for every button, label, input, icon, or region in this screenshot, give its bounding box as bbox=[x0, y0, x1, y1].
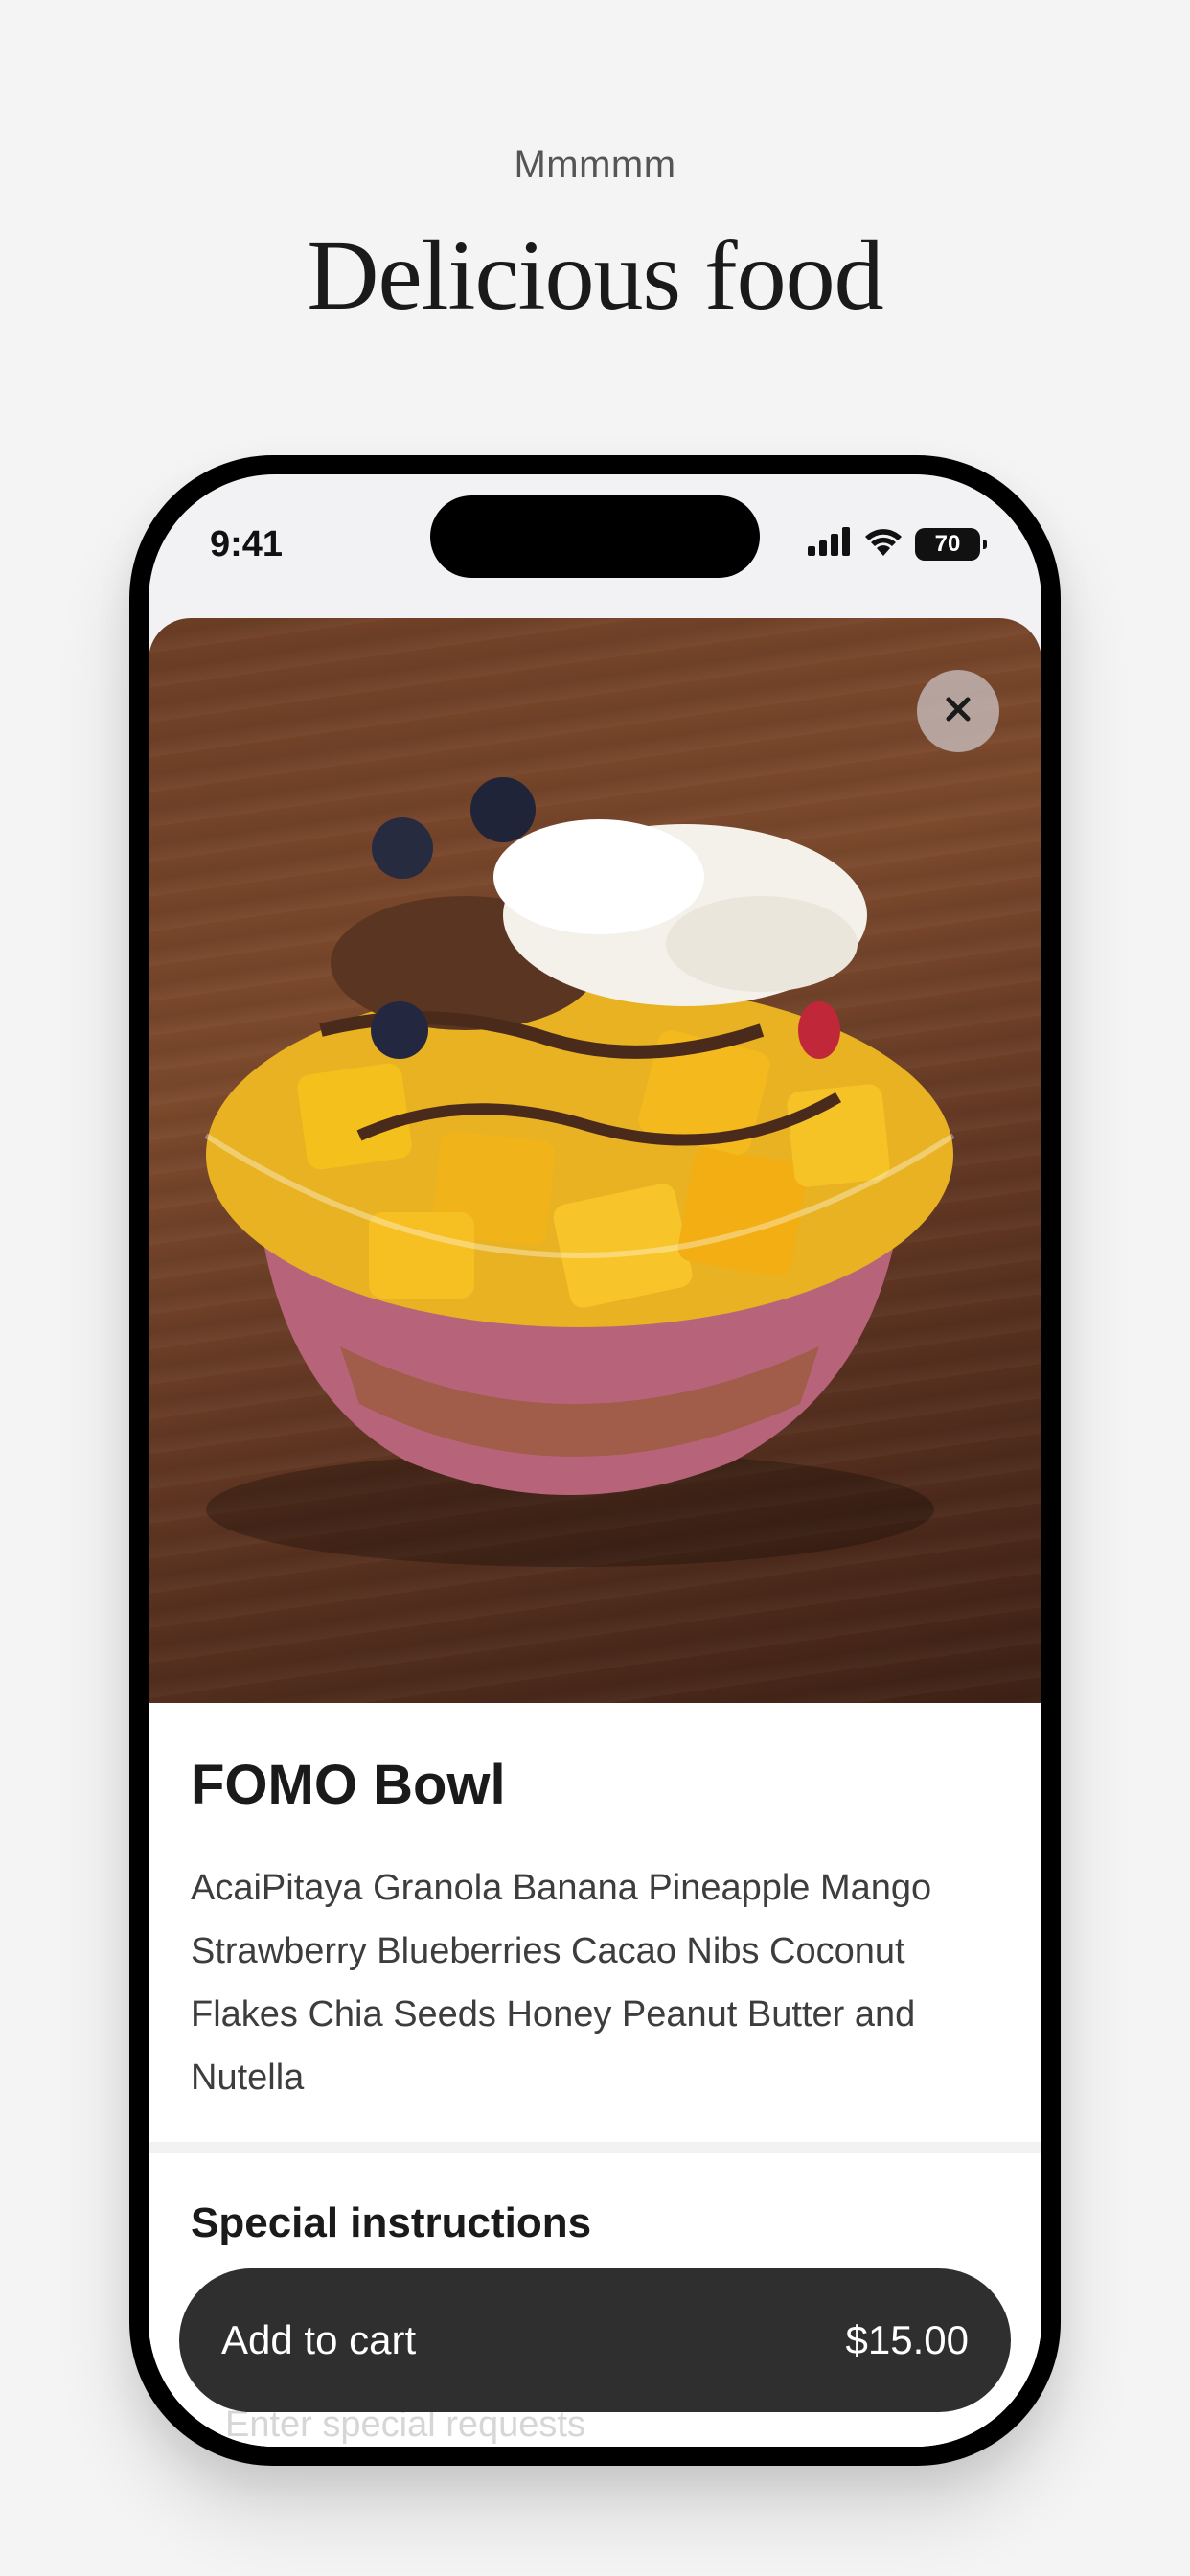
promo-page: Mmmmm Delicious food 9:41 70 FOMO Bowl A… bbox=[0, 0, 1190, 2576]
battery-icon: 70 bbox=[915, 527, 987, 561]
close-button[interactable] bbox=[917, 670, 999, 752]
item-title: FOMO Bowl bbox=[191, 1754, 506, 1816]
item-description: AcaiPitaya Granola Banana Pineapple Mang… bbox=[191, 1868, 932, 2098]
status-bar: 9:41 70 bbox=[149, 474, 1041, 618]
acai-bowl-illustration bbox=[204, 777, 955, 1567]
page-headline: Delicious food bbox=[307, 220, 883, 331]
status-icons: 70 bbox=[808, 526, 987, 562]
eyebrow-text: Mmmmm bbox=[514, 144, 676, 186]
dynamic-island bbox=[430, 495, 760, 578]
item-info: FOMO Bowl AcaiPitaya Granola Banana Pine… bbox=[149, 1703, 1041, 2142]
cart-price: $15.00 bbox=[845, 2317, 969, 2362]
special-instructions-title: Special instructions bbox=[191, 2199, 592, 2246]
status-time: 9:41 bbox=[210, 524, 284, 564]
phone-frame: 9:41 70 FOMO Bowl AcaiPitaya Granola Ban… bbox=[129, 455, 1061, 2466]
wifi-icon bbox=[863, 526, 904, 562]
add-to-cart-button[interactable]: Add to cart $15.00 bbox=[179, 2268, 1011, 2412]
item-photo bbox=[149, 618, 1041, 1703]
close-icon bbox=[943, 694, 973, 729]
section-divider bbox=[149, 2142, 1041, 2153]
cellular-signal-icon bbox=[808, 527, 852, 561]
add-to-cart-label: Add to cart bbox=[221, 2317, 417, 2362]
phone-screen: 9:41 70 FOMO Bowl AcaiPitaya Granola Ban… bbox=[149, 474, 1041, 2447]
item-detail-sheet: FOMO Bowl AcaiPitaya Granola Banana Pine… bbox=[149, 618, 1041, 2447]
